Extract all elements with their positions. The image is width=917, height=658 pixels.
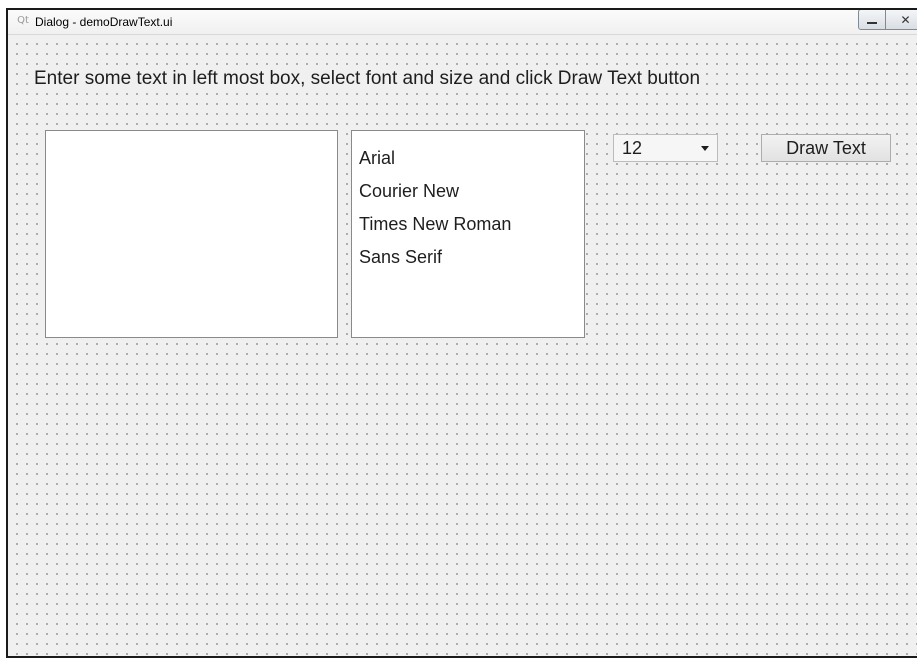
window-controls: ✕ — [858, 10, 917, 31]
draw-text-button[interactable]: Draw Text — [761, 134, 891, 162]
minimize-icon — [867, 21, 877, 24]
chevron-down-icon — [701, 146, 709, 151]
dialog-canvas: Enter some text in left most box, select… — [8, 35, 917, 656]
instruction-label: Enter some text in left most box, select… — [34, 67, 701, 91]
window-title: Dialog - demoDrawText.ui — [35, 15, 173, 29]
minimize-button[interactable] — [858, 10, 886, 30]
font-list-item[interactable]: Times New Roman — [352, 208, 584, 241]
qt-icon: Qt — [17, 15, 29, 26]
font-size-dropdown[interactable]: 12 — [613, 134, 718, 162]
font-size-value: 12 — [622, 138, 643, 158]
close-icon: ✕ — [900, 12, 911, 27]
font-list-item[interactable]: Sans Serif — [352, 241, 584, 274]
text-input-box[interactable] — [45, 130, 338, 338]
font-list-item[interactable]: Arial — [352, 142, 584, 175]
title-bar[interactable]: Qt Dialog - demoDrawText.ui ✕ — [8, 10, 917, 35]
close-button[interactable]: ✕ — [886, 10, 917, 30]
font-list[interactable]: Arial Courier New Times New Roman Sans S… — [351, 130, 585, 338]
font-list-item[interactable]: Courier New — [352, 175, 584, 208]
dialog-window: Qt Dialog - demoDrawText.ui ✕ Enter some… — [6, 8, 917, 658]
